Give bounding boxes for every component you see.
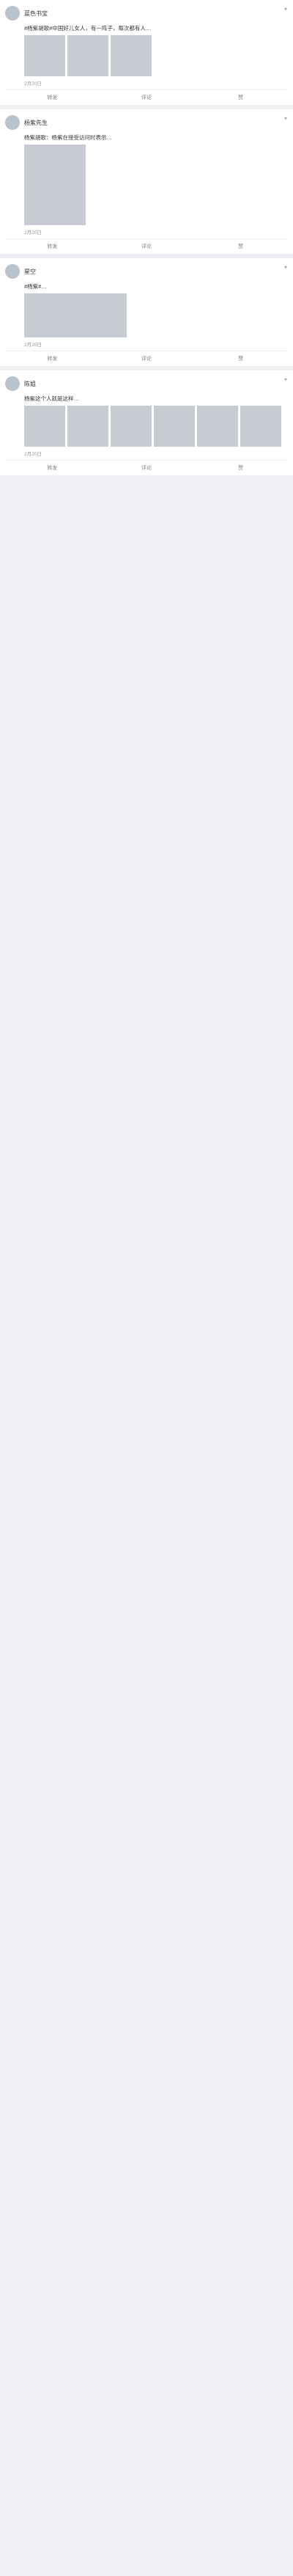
post-images xyxy=(5,144,288,225)
post-username[interactable]: 陈姐 xyxy=(24,380,36,388)
chevron-down-icon[interactable]: ▾ xyxy=(284,264,287,271)
post-text: #杨紫胡歌#中国好儿女人，有一阵子，每次都有人… xyxy=(24,25,152,32)
post-timestamp: 2月20日 xyxy=(24,230,42,235)
post-username[interactable]: 星空 xyxy=(24,268,36,276)
avatar[interactable] xyxy=(5,115,20,130)
avatar[interactable] xyxy=(5,264,20,279)
post-image[interactable] xyxy=(24,293,127,337)
post-image[interactable] xyxy=(197,406,238,447)
post-timestamp: 2月20日 xyxy=(24,343,42,348)
post-username[interactable]: 杨紫先生 xyxy=(24,119,48,127)
forward-button[interactable]: 转发 xyxy=(5,464,100,472)
post-image[interactable] xyxy=(154,406,195,447)
comment-button[interactable]: 评论 xyxy=(100,94,194,101)
avatar[interactable] xyxy=(5,376,20,391)
post-username[interactable]: 蓝色书宝 xyxy=(24,10,48,18)
post-card: 蓝色书宝 ▾ #杨紫胡歌#中国好儿女人，有一阵子，每次都有人… 2月20日 转发… xyxy=(0,0,293,105)
post-image[interactable] xyxy=(240,406,281,447)
post-timestamp: 2月20日 xyxy=(24,81,42,87)
post-image[interactable] xyxy=(24,35,65,76)
post-image[interactable] xyxy=(24,406,65,447)
weibo-feed: 蓝色书宝 ▾ #杨紫胡歌#中国好儿女人，有一阵子，每次都有人… 2月20日 转发… xyxy=(0,0,293,475)
post-timestamp: 2月20日 xyxy=(24,452,42,457)
post-text: 杨紫这个人就是这样… xyxy=(24,395,79,402)
post-text: #杨紫#… xyxy=(24,283,47,290)
post-image[interactable] xyxy=(111,35,152,76)
post-image[interactable] xyxy=(67,406,108,447)
post-actions: 转发 评论赞 xyxy=(5,89,288,105)
like-button[interactable]: 赞 xyxy=(193,355,288,362)
post-image[interactable] xyxy=(24,144,86,225)
comment-button[interactable]: 评论 xyxy=(100,464,194,472)
like-button[interactable]: 赞 xyxy=(193,464,288,472)
comment-button[interactable]: 评论 xyxy=(100,355,194,362)
chevron-down-icon[interactable]: ▾ xyxy=(284,115,287,122)
post-actions: 转发 评论赞 xyxy=(5,460,288,475)
avatar[interactable] xyxy=(5,6,20,21)
like-button[interactable]: 赞 xyxy=(193,94,288,101)
post-images xyxy=(5,293,288,337)
post-image[interactable] xyxy=(111,406,152,447)
post-actions: 转发 评论赞 xyxy=(5,238,288,254)
post-text: 杨紫胡歌：杨紫在接受访问时表示… xyxy=(24,134,112,141)
chevron-down-icon[interactable]: ▾ xyxy=(284,6,287,12)
forward-button[interactable]: 转发 xyxy=(5,355,100,362)
like-button[interactable]: 赞 xyxy=(193,243,288,250)
post-actions: 转发 评论赞 xyxy=(5,351,288,366)
post-card: 星空 ▾ #杨紫#… 2月20日 转发 评论赞 xyxy=(0,258,293,366)
comment-button[interactable]: 评论 xyxy=(100,243,194,250)
post-card: 陈姐 ▾ 杨紫这个人就是这样… 2月20日 转发 评论赞 xyxy=(0,370,293,475)
forward-button[interactable]: 转发 xyxy=(5,94,100,101)
forward-button[interactable]: 转发 xyxy=(5,243,100,250)
post-image[interactable] xyxy=(67,35,108,76)
chevron-down-icon[interactable]: ▾ xyxy=(284,376,287,383)
post-images xyxy=(5,35,288,76)
post-card: 杨紫先生 ▾ 杨紫胡歌：杨紫在接受访问时表示… 2月20日 转发 评论赞 xyxy=(0,109,293,254)
post-images xyxy=(5,406,288,447)
